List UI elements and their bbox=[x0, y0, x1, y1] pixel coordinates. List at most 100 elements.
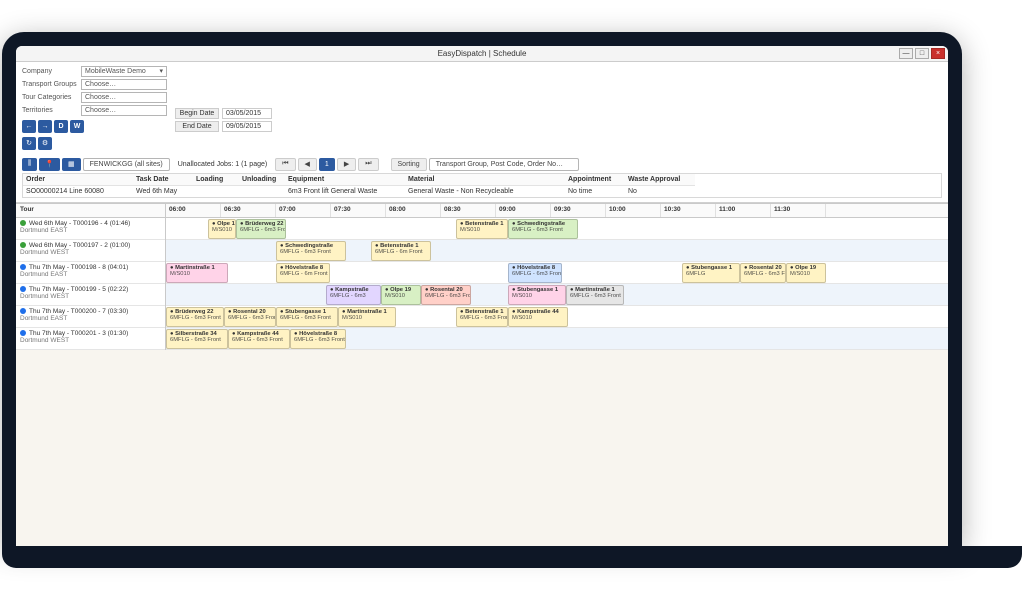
task-dot-icon: ● bbox=[170, 265, 175, 271]
task-block[interactable]: ● Olpe 19M/S010 bbox=[786, 263, 826, 283]
window-titlebar: EasyDispatch | Schedule — □ × bbox=[16, 46, 948, 62]
time-header: 06:30 bbox=[221, 204, 276, 217]
transport-groups-select[interactable]: Choose… bbox=[81, 79, 167, 90]
company-select[interactable]: MobileWaste Demo▾ bbox=[81, 66, 167, 77]
time-header: 06:00 bbox=[166, 204, 221, 217]
jobs-table: Order Task Date Loading Unloading Equipm… bbox=[22, 173, 942, 198]
columns-button[interactable]: ⫼ bbox=[22, 158, 37, 171]
territories-label: Territories bbox=[22, 107, 78, 114]
begin-date-field[interactable]: 03/05/2015 bbox=[222, 108, 272, 119]
sync-button[interactable]: ↻ bbox=[22, 137, 36, 150]
tour-row[interactable]: Thu 7th May - T000199 - 5 (02:22)Dortmun… bbox=[16, 284, 165, 306]
tour-row[interactable]: Thu 7th May - T000198 - 8 (04:01)Dortmun… bbox=[16, 262, 165, 284]
task-block[interactable]: ● Silberstraße 346MFLG - 6m3 Front bbox=[166, 329, 228, 349]
prev-button[interactable]: ← bbox=[22, 120, 36, 133]
gantt-row[interactable]: ● Olpe 19M/S010● Brüderweg 226MFLG - 6m3… bbox=[166, 218, 948, 240]
task-dot-icon: ● bbox=[232, 331, 237, 337]
task-block[interactable]: ● Olpe 19M/S010 bbox=[381, 285, 421, 305]
tour-row[interactable]: Wed 6th May - T000196 - 4 (01:46)Dortmun… bbox=[16, 218, 165, 240]
th-appointment[interactable]: Appointment bbox=[565, 174, 625, 186]
schedule-grid: Tour Wed 6th May - T000196 - 4 (01:46)Do… bbox=[16, 203, 948, 350]
task-block[interactable]: ● Kampstraße 446MFLG - 6m3 Front bbox=[228, 329, 290, 349]
tour-row[interactable]: Thu 7th May - T000201 - 3 (01:30)Dortmun… bbox=[16, 328, 165, 350]
task-block[interactable]: ● Martinstraße 16MFLG - 6m3 Front bbox=[566, 285, 624, 305]
task-block[interactable]: ● Schwedingstraße6MFLG - 6m3 Front bbox=[276, 241, 346, 261]
window-title: EasyDispatch | Schedule bbox=[438, 49, 527, 58]
maximize-button[interactable]: □ bbox=[915, 48, 929, 59]
time-header: 08:00 bbox=[386, 204, 441, 217]
th-taskdate[interactable]: Task Date bbox=[133, 174, 193, 186]
task-block[interactable]: ● Schwedingstraße6MFLG - 6m3 Front bbox=[508, 219, 578, 239]
gantt-row[interactable]: ● Martinstraße 1M/S010 ● Hövelstraße 86MF… bbox=[166, 262, 948, 284]
site-select[interactable]: FENWICKGG (all sites) bbox=[83, 158, 170, 171]
task-block[interactable]: ● Hövelstraße 86MFLG - 6m Front bbox=[276, 263, 330, 283]
task-block[interactable]: ● Kampstraße 44M/S010 bbox=[508, 307, 568, 327]
task-block[interactable]: ● Kampstraße6MFLG - 6m3 bbox=[326, 285, 381, 305]
task-dot-icon: ● bbox=[790, 265, 795, 271]
minimize-button[interactable]: — bbox=[899, 48, 913, 59]
task-dot-icon: ● bbox=[425, 287, 430, 293]
task-block[interactable]: ● Olpe 19M/S010 bbox=[208, 219, 236, 239]
grid-button[interactable]: ▦ bbox=[62, 158, 81, 171]
task-block[interactable]: ● Martinstraße 1M/S010 bbox=[338, 307, 396, 327]
gantt-row[interactable]: ● Silberstraße 346MFLG - 6m3 Front● Kamp… bbox=[166, 328, 948, 350]
td-appointment: No time bbox=[565, 186, 625, 197]
end-date-field[interactable]: 09/05/2015 bbox=[222, 121, 272, 132]
th-order[interactable]: Order bbox=[23, 174, 133, 186]
end-date-label: End Date bbox=[175, 121, 219, 132]
unallocated-label: Unallocated Jobs: 1 (1 page) bbox=[172, 158, 274, 171]
task-block[interactable]: ● Betenstraße 16MFLG - 6m3 Front bbox=[456, 307, 508, 327]
tour-row[interactable]: Wed 6th May - T000197 - 2 (01:00)Dortmun… bbox=[16, 240, 165, 262]
th-equipment[interactable]: Equipment bbox=[285, 174, 405, 186]
pin-button[interactable]: 📍 bbox=[39, 158, 60, 171]
td-taskdate: Wed 6th May bbox=[133, 186, 193, 197]
tour-row[interactable]: Thu 7th May - T000200 - 7 (03:30)Dortmun… bbox=[16, 306, 165, 328]
company-label: Company bbox=[22, 68, 78, 75]
gantt-row[interactable]: ● Schwedingstraße6MFLG - 6m3 Front ● Bete… bbox=[166, 240, 948, 262]
time-header: 10:30 bbox=[661, 204, 716, 217]
th-unloading[interactable]: Unloading bbox=[239, 174, 285, 186]
page-next-button[interactable]: ▶ bbox=[337, 158, 356, 171]
status-dot-icon bbox=[20, 242, 26, 248]
task-block[interactable]: ● Stubengasse 1M/S010 bbox=[508, 285, 566, 305]
next-button[interactable]: → bbox=[38, 120, 52, 133]
th-waste[interactable]: Waste Approval bbox=[625, 174, 695, 186]
status-dot-icon bbox=[20, 220, 26, 226]
close-button[interactable]: × bbox=[931, 48, 945, 59]
task-dot-icon: ● bbox=[460, 309, 465, 315]
tour-categories-label: Tour Categories bbox=[22, 94, 78, 101]
task-block[interactable]: ● Stubengasse 16MFLG - 6m3 Front bbox=[276, 307, 338, 327]
week-view-button[interactable]: W bbox=[70, 120, 84, 133]
status-dot-icon bbox=[20, 308, 26, 314]
day-view-button[interactable]: D bbox=[54, 120, 68, 133]
th-material[interactable]: Material bbox=[405, 174, 565, 186]
task-block[interactable]: ● Martinstraße 1M/S010 bbox=[166, 263, 228, 283]
task-block[interactable]: ● Brüderweg 226MFLG - 6m3 Front bbox=[236, 219, 286, 239]
page-last-button[interactable]: ⏭ bbox=[358, 158, 378, 171]
task-block[interactable]: ● Rosental 206MFLG - 6m3 Front bbox=[224, 307, 276, 327]
task-dot-icon: ● bbox=[228, 309, 233, 315]
task-block[interactable]: ● Betenstraße 1M/S010 bbox=[456, 219, 508, 239]
page-prev-button[interactable]: ◀ bbox=[298, 158, 317, 171]
sorting-select[interactable]: Transport Group, Post Code, Order No… bbox=[429, 158, 579, 171]
task-block[interactable]: ● Hövelstraße 86MFLG - 6m3 Front bbox=[508, 263, 562, 283]
settings-button[interactable]: ⚙ bbox=[38, 137, 52, 150]
td-waste: No bbox=[625, 186, 695, 197]
td-order[interactable]: SO00000214 Line 60080 bbox=[23, 186, 133, 197]
task-block[interactable]: ● Rosental 206MFLG - 6m3 Front bbox=[421, 285, 471, 305]
status-dot-icon bbox=[20, 286, 26, 292]
page-first-button[interactable]: ⏮ bbox=[275, 158, 295, 171]
task-block[interactable]: ● Betenstraße 16MFLG - 6m Front bbox=[371, 241, 431, 261]
task-dot-icon: ● bbox=[460, 221, 465, 227]
gantt-row[interactable]: ● Kampstraße6MFLG - 6m3● Olpe 19M/S010● … bbox=[166, 284, 948, 306]
task-block[interactable]: ● Brüderweg 226MFLG - 6m3 Front bbox=[166, 307, 224, 327]
status-dot-icon bbox=[20, 330, 26, 336]
task-dot-icon: ● bbox=[385, 287, 390, 293]
task-block[interactable]: ● Stubengasse 16MFLG bbox=[682, 263, 740, 283]
th-loading[interactable]: Loading bbox=[193, 174, 239, 186]
gantt-row[interactable]: ● Brüderweg 226MFLG - 6m3 Front● Rosenta… bbox=[166, 306, 948, 328]
task-block[interactable]: ● Hövelstraße 86MFLG - 6m3 Front bbox=[290, 329, 346, 349]
territories-select[interactable]: Choose… bbox=[81, 105, 167, 116]
tour-categories-select[interactable]: Choose… bbox=[81, 92, 167, 103]
task-block[interactable]: ● Rosental 206MFLG - 6m3 Front bbox=[740, 263, 786, 283]
